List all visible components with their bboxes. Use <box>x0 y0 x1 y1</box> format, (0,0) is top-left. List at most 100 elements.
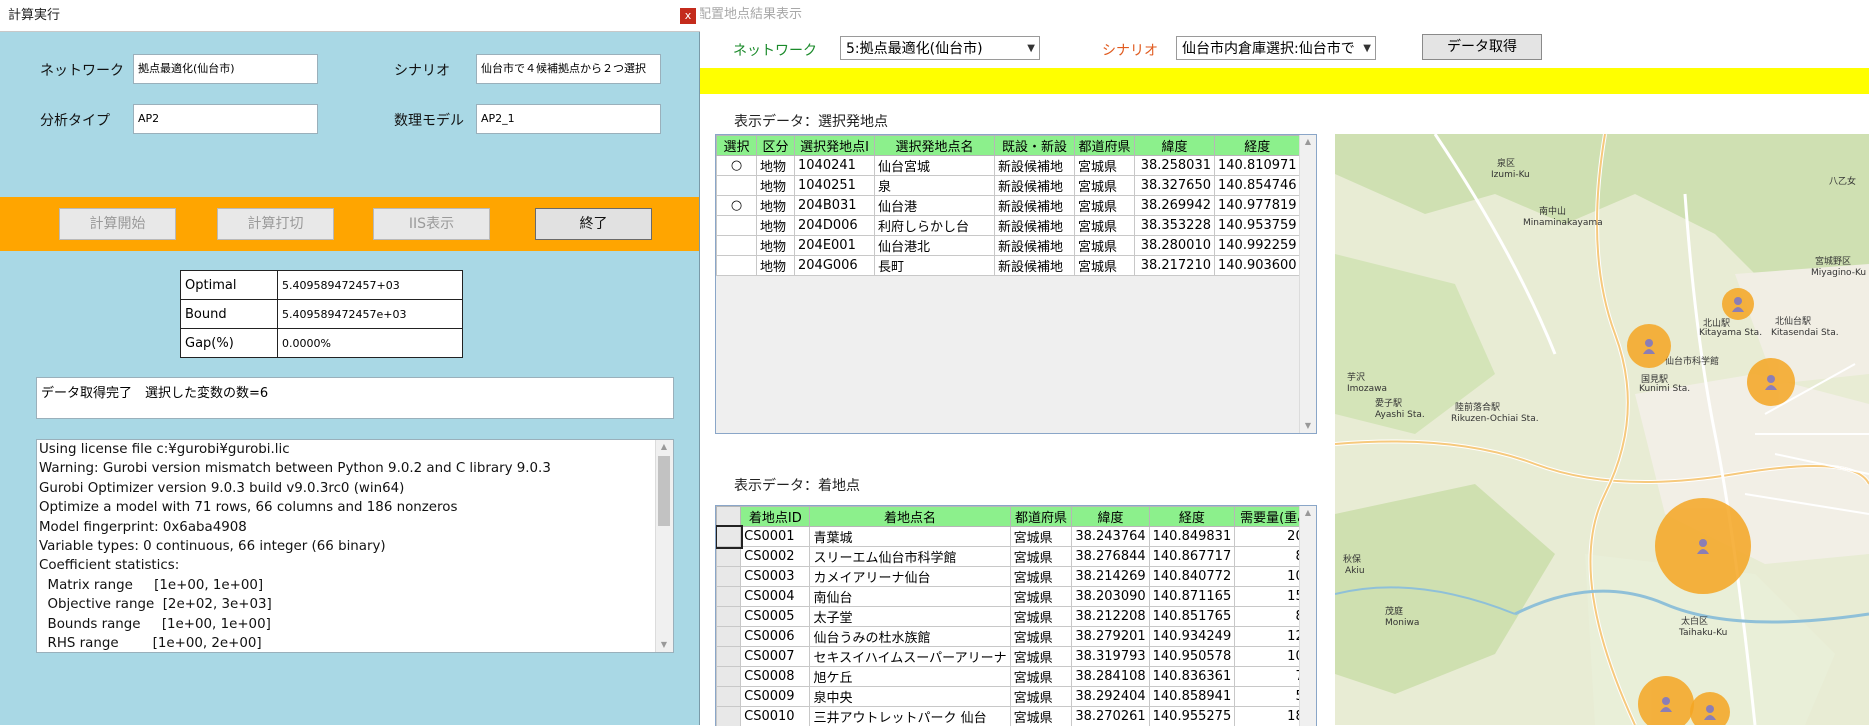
table-row[interactable]: 地物204G006長町新設候補地宮城県38.217210140.903600 <box>717 256 1301 276</box>
table-cell: 地物 <box>757 256 795 276</box>
table-cell: CS0006 <box>741 627 810 647</box>
table-cell: 140.858941 <box>1149 687 1235 707</box>
column-header[interactable]: 経度 <box>1149 507 1235 527</box>
scroll-down-icon[interactable]: ▼ <box>656 638 672 652</box>
table-row[interactable]: CS0005太子堂宮城県38.212208140.85176580 <box>717 607 1316 627</box>
table-cell: 38.319793 <box>1072 647 1149 667</box>
select-radio[interactable] <box>717 236 757 256</box>
table-row[interactable]: CS0001青葉城宮城県38.243764140.849831200 <box>717 527 1316 547</box>
select-radio[interactable] <box>717 176 757 196</box>
column-header[interactable]: 区分 <box>757 136 795 156</box>
column-header[interactable]: 既設・新設 <box>995 136 1075 156</box>
select-radio[interactable]: ○ <box>717 156 757 176</box>
iis-display-button[interactable]: IIS表示 <box>373 208 490 240</box>
table-cell: 新設候補地 <box>995 196 1075 216</box>
log-scrollbar[interactable]: ▲ ▼ <box>655 440 673 652</box>
table-row[interactable]: CS0006仙台うみの杜水族館宮城県38.279201140.934249120 <box>717 627 1316 647</box>
row-header[interactable] <box>717 527 741 547</box>
person-icon <box>1659 696 1673 712</box>
close-icon[interactable]: x <box>680 8 696 24</box>
start-calc-button[interactable]: 計算開始 <box>59 208 176 240</box>
scroll-up-icon[interactable]: ▲ <box>1300 135 1316 149</box>
column-header[interactable]: 緯度 <box>1072 507 1149 527</box>
table-row[interactable]: ○地物1040241仙台宮城新設候補地宮城県38.258031140.81097… <box>717 156 1301 176</box>
destinations-scrollbar[interactable]: ▲ <box>1299 506 1316 726</box>
map-view[interactable]: 泉区Izumi-Ku南中山Minaminakayama北山駅Kitayama S… <box>1335 134 1869 725</box>
person-icon <box>1731 296 1745 312</box>
column-header[interactable]: 着地点名 <box>810 507 1010 527</box>
table-cell: 地物 <box>757 156 795 176</box>
table-row[interactable]: 地物1040251泉新設候補地宮城県38.327650140.854746 <box>717 176 1301 196</box>
analysis-type-field[interactable]: AP2 <box>133 104 318 134</box>
table-cell: 140.810971 <box>1215 156 1301 176</box>
table-row[interactable]: 地物204D006利府しらかし台新設候補地宮城県38.353228140.953… <box>717 216 1301 236</box>
row-header[interactable] <box>717 607 741 627</box>
table-cell: 青葉城 <box>810 527 1010 547</box>
origins-grid[interactable]: 選択区分選択発地点I選択発地点名既設・新設都道府県緯度経度 ○地物1040241… <box>715 134 1317 434</box>
dialog-titlebar[interactable]: 計算実行 x <box>0 0 700 32</box>
table-cell: 38.292404 <box>1072 687 1149 707</box>
table-cell: 38.258031 <box>1135 156 1215 176</box>
abort-calc-button[interactable]: 計算打切 <box>217 208 334 240</box>
table-cell: 140.867717 <box>1149 547 1235 567</box>
column-header[interactable]: 着地点ID <box>741 507 810 527</box>
column-header[interactable]: 選択 <box>717 136 757 156</box>
select-radio[interactable]: ○ <box>717 196 757 216</box>
table-row[interactable]: CS0002スリーエム仙台市科学館宮城県38.276844140.8677178… <box>717 547 1316 567</box>
column-header[interactable]: 都道府県 <box>1010 507 1072 527</box>
facility-marker[interactable] <box>1690 692 1730 725</box>
table-cell: 南仙台 <box>810 587 1010 607</box>
select-radio[interactable] <box>717 256 757 276</box>
fetch-data-button[interactable]: データ取得 <box>1422 34 1542 60</box>
table-row[interactable]: 地物204E001仙台港北新設候補地宮城県38.280010140.992259 <box>717 236 1301 256</box>
column-header[interactable]: 緯度 <box>1135 136 1215 156</box>
table-cell: 140.977819 <box>1215 196 1301 216</box>
table-cell: 宮城県 <box>1075 156 1135 176</box>
table-row[interactable]: CS0007セキスイハイムスーパーアリーナ宮城県38.319793140.950… <box>717 647 1316 667</box>
facility-marker[interactable] <box>1747 358 1795 406</box>
person-icon <box>1642 338 1656 354</box>
math-model-field[interactable]: AP2_1 <box>476 104 661 134</box>
column-header[interactable]: 都道府県 <box>1075 136 1135 156</box>
table-row[interactable]: ○地物204B031仙台港新設候補地宮城県38.269942140.977819 <box>717 196 1301 216</box>
table-cell: 宮城県 <box>1010 547 1072 567</box>
row-header[interactable] <box>717 627 741 647</box>
row-header[interactable] <box>717 667 741 687</box>
table-cell: 140.854746 <box>1215 176 1301 196</box>
exit-button[interactable]: 終了 <box>535 208 652 240</box>
table-cell: 140.950578 <box>1149 647 1235 667</box>
map-label: 宮城野区 <box>1815 254 1851 267</box>
network-select[interactable]: 5:拠点最適化(仙台市) ▼ <box>840 36 1040 60</box>
facility-marker[interactable] <box>1655 498 1751 594</box>
scroll-thumb[interactable] <box>658 456 670 526</box>
table-row[interactable]: CS0010三井アウトレットパーク 仙台宮城県38.270261140.9552… <box>717 707 1316 726</box>
destinations-grid[interactable]: 着地点ID着地点名都道府県緯度経度需要量(重み CS0001青葉城宮城県38.2… <box>715 505 1317 726</box>
solver-log[interactable]: Using license file c:¥gurobi¥gurobi.licW… <box>36 439 674 653</box>
row-header[interactable] <box>717 547 741 567</box>
row-header[interactable] <box>717 567 741 587</box>
row-header[interactable] <box>717 587 741 607</box>
facility-marker[interactable] <box>1638 676 1694 725</box>
scroll-up-icon[interactable]: ▲ <box>656 440 672 454</box>
column-header[interactable]: 選択発地点I <box>795 136 875 156</box>
row-header[interactable] <box>717 647 741 667</box>
scroll-up-icon[interactable]: ▲ <box>1300 506 1316 520</box>
facility-marker[interactable] <box>1627 324 1671 368</box>
table-row[interactable]: CS0003カメイアリーナ仙台宮城県38.214269140.840772100 <box>717 567 1316 587</box>
scroll-down-icon[interactable]: ▼ <box>1300 419 1316 433</box>
scenario-field[interactable]: 仙台市で４候補拠点から２つ選択 <box>476 54 661 84</box>
column-header[interactable] <box>717 507 741 527</box>
facility-marker[interactable] <box>1722 288 1754 320</box>
select-radio[interactable] <box>717 216 757 236</box>
table-row[interactable]: CS0004南仙台宮城県38.203090140.871165150 <box>717 587 1316 607</box>
origins-scrollbar[interactable]: ▲ ▼ <box>1299 135 1316 433</box>
row-header[interactable] <box>717 687 741 707</box>
log-line: Coefficient statistics: <box>37 556 673 575</box>
table-row[interactable]: CS0009泉中央宮城県38.292404140.85894150 <box>717 687 1316 707</box>
network-field[interactable]: 拠点最適化(仙台市) <box>133 54 318 84</box>
column-header[interactable]: 経度 <box>1215 136 1301 156</box>
table-row[interactable]: CS0008旭ケ丘宮城県38.284108140.83636170 <box>717 667 1316 687</box>
column-header[interactable]: 選択発地点名 <box>875 136 995 156</box>
scenario-select[interactable]: 仙台市内倉庫選択:仙台市で ▼ <box>1176 36 1376 60</box>
row-header[interactable] <box>717 707 741 726</box>
